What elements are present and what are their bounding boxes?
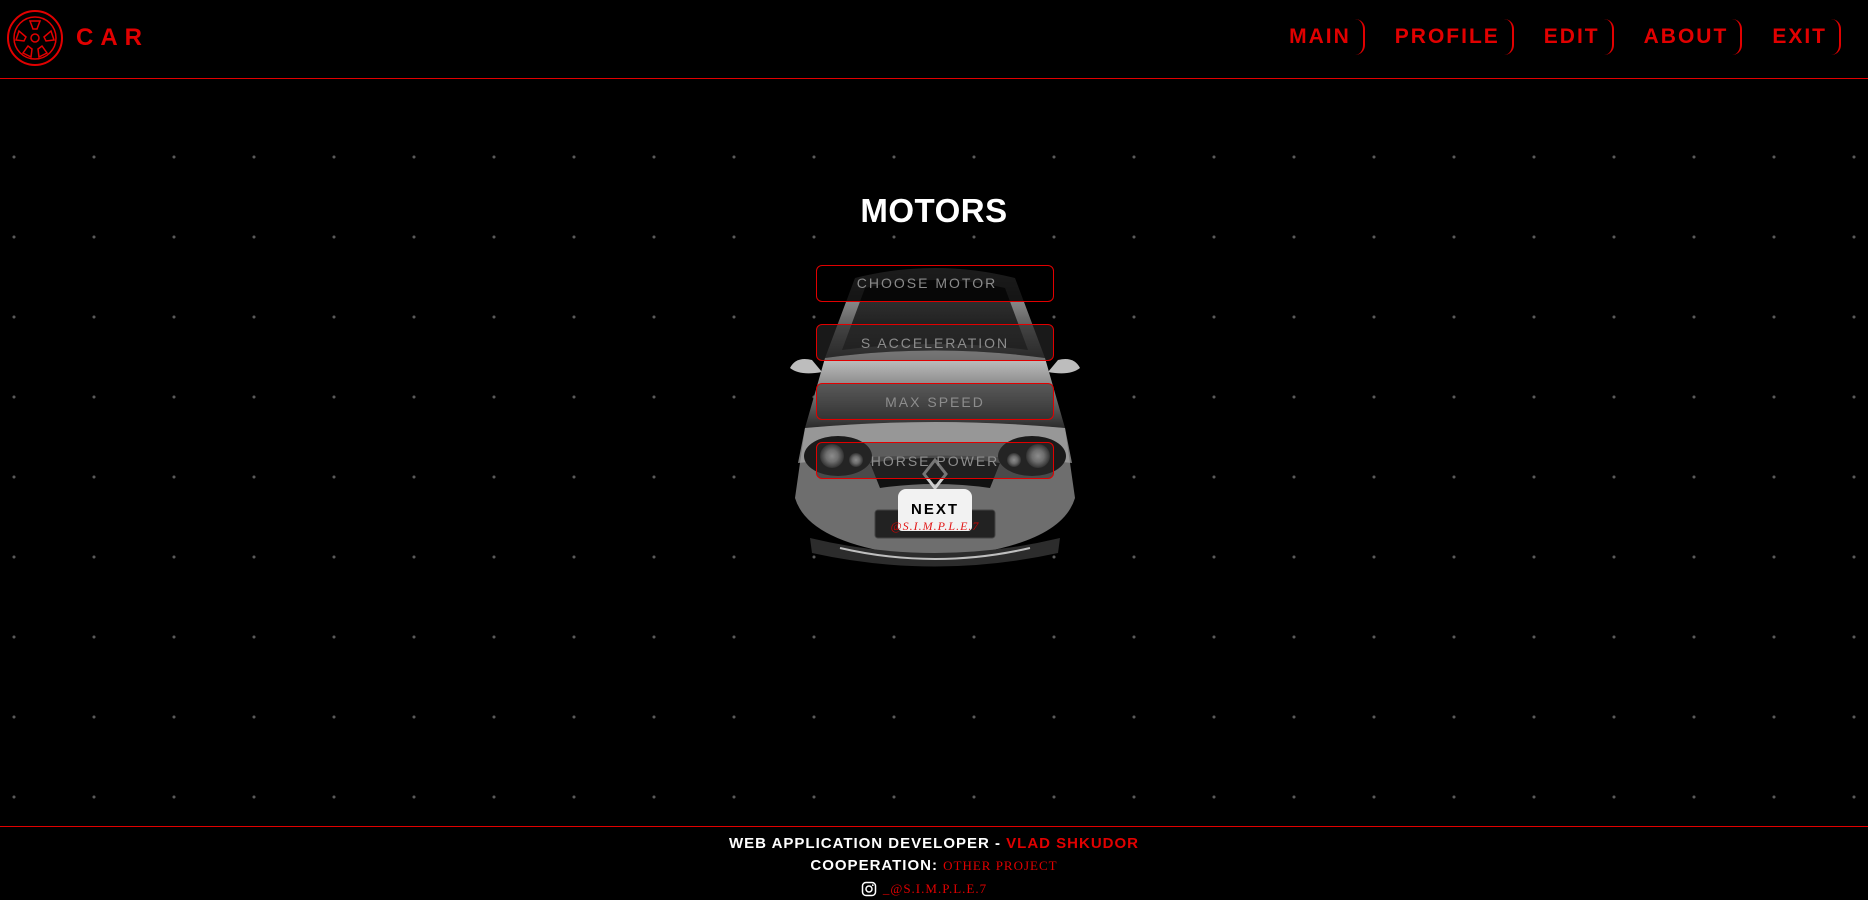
logo-link[interactable]: CAR bbox=[6, 9, 149, 67]
wheel-icon bbox=[7, 10, 63, 66]
cooperation-line: COOPERATION: OTHER PROJECT bbox=[0, 856, 1868, 876]
cooperation-prefix: COOPERATION: bbox=[810, 857, 944, 874]
instagram-icon[interactable] bbox=[861, 881, 877, 897]
nav-about[interactable]: ABOUT bbox=[1640, 19, 1743, 55]
page: CAR MAIN PROFILE EDIT ABOUT EXIT MOTORS bbox=[0, 0, 1868, 900]
instagram-line: _@S.I.M.P.L.E.7 bbox=[0, 878, 1868, 900]
developer-prefix: WEB APPLICATION DEVELOPER - bbox=[728, 835, 1007, 852]
choose-motor-select[interactable]: CHOOSE MOTOR bbox=[816, 265, 1054, 302]
choose-motor-label: CHOOSE MOTOR bbox=[856, 275, 998, 291]
instagram-handle[interactable]: _@S.I.M.P.L.E.7 bbox=[883, 878, 987, 900]
developer-name[interactable]: VLAD SHKUDOR bbox=[1006, 835, 1139, 852]
nav-main[interactable]: MAIN bbox=[1285, 19, 1365, 55]
nav-exit[interactable]: EXIT bbox=[1768, 19, 1841, 55]
watermark-text: @S.I.M.P.L.E.7 bbox=[890, 519, 980, 533]
nav-edit[interactable]: EDIT bbox=[1540, 19, 1614, 55]
footer: WEB APPLICATION DEVELOPER - VLAD SHKUDOR… bbox=[0, 826, 1868, 900]
logo-text: CAR bbox=[76, 24, 149, 51]
header: CAR MAIN PROFILE EDIT ABOUT EXIT bbox=[0, 0, 1868, 79]
page-title: MOTORS bbox=[860, 192, 1008, 229]
developer-credit: WEB APPLICATION DEVELOPER - VLAD SHKUDOR bbox=[0, 834, 1868, 854]
acceleration-input[interactable] bbox=[816, 324, 1054, 361]
horse-power-input[interactable] bbox=[816, 442, 1054, 479]
max-speed-input[interactable] bbox=[816, 383, 1054, 420]
main-nav: MAIN PROFILE EDIT ABOUT EXIT bbox=[1259, 19, 1841, 55]
nav-profile[interactable]: PROFILE bbox=[1391, 19, 1514, 55]
cooperation-link[interactable]: OTHER PROJECT bbox=[943, 858, 1057, 873]
